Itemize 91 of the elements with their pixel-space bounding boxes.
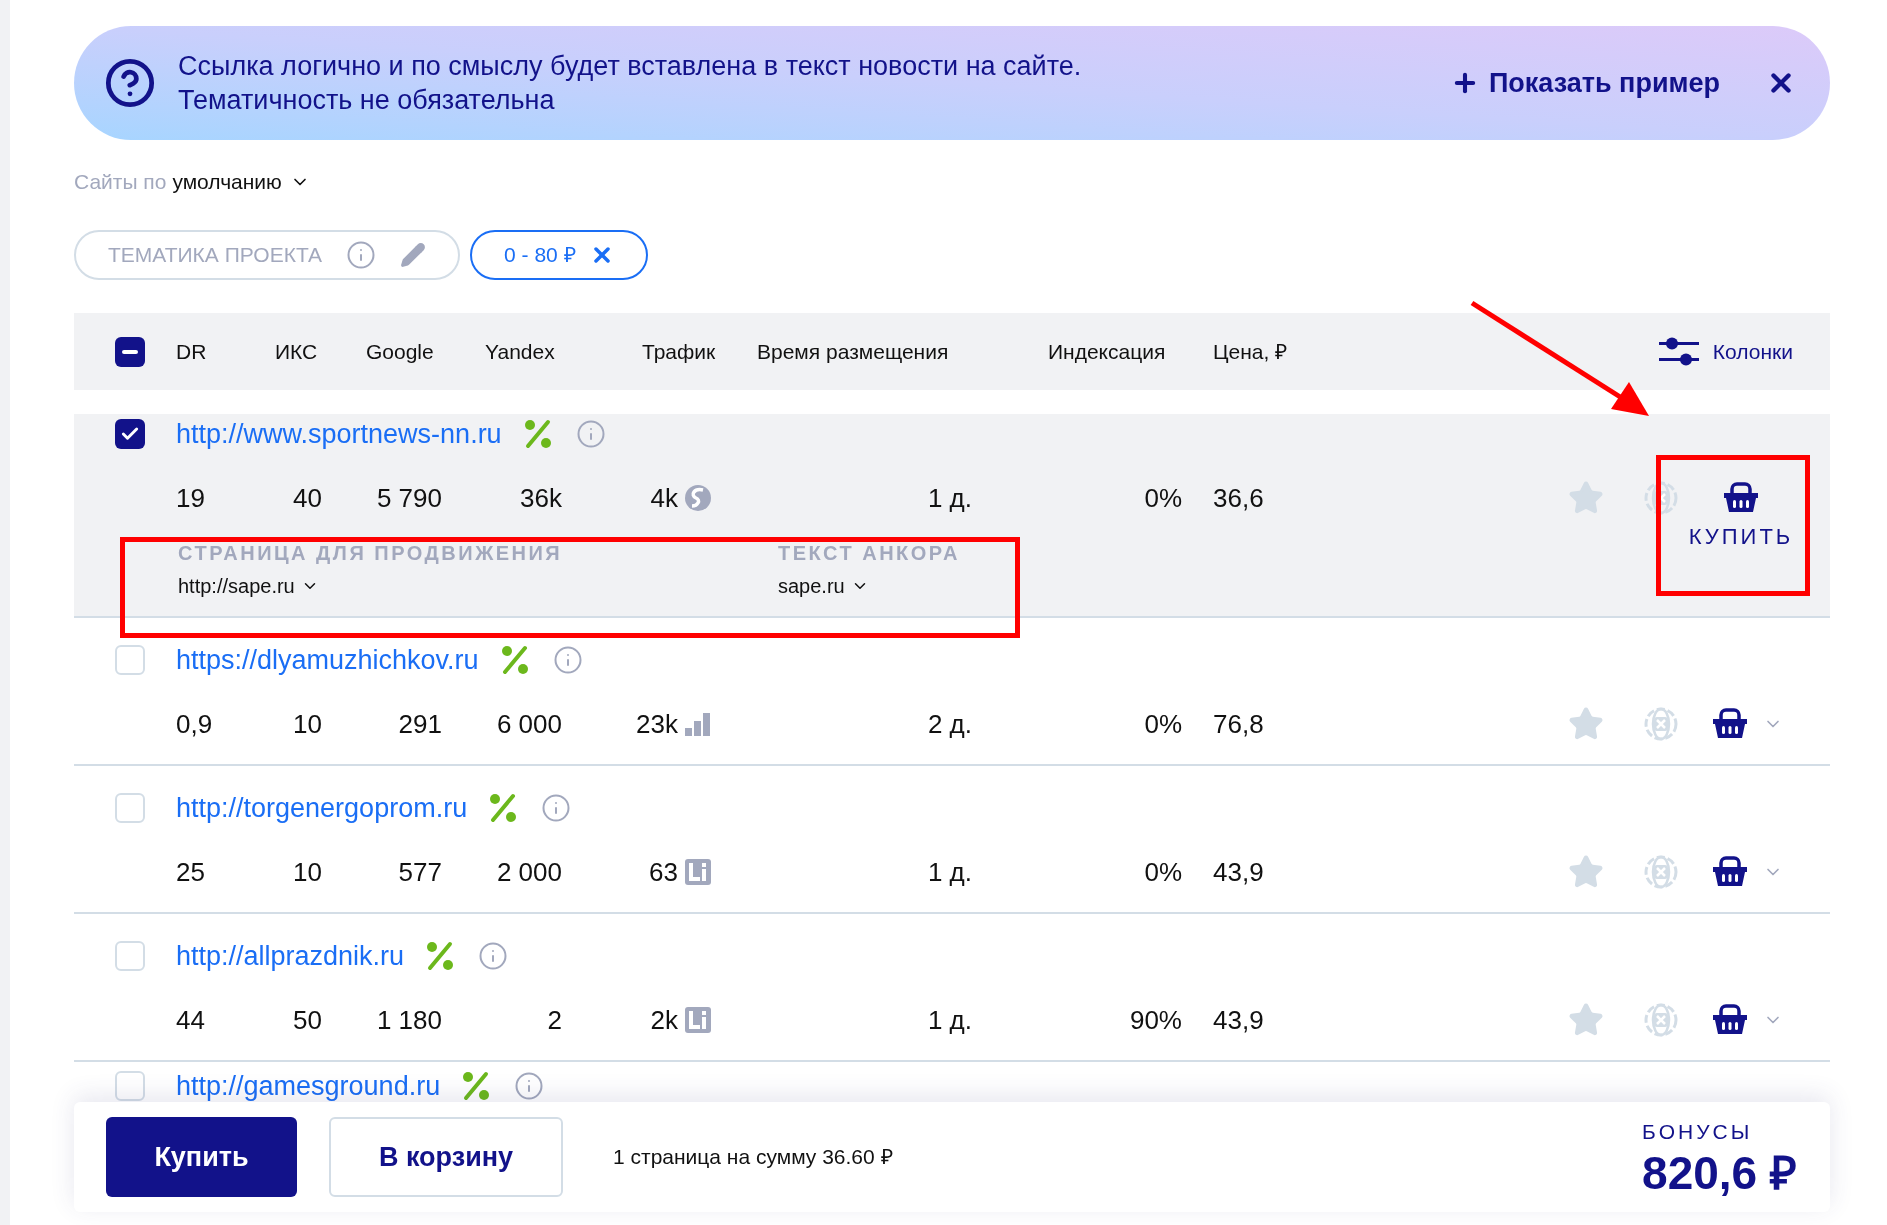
metric-value: 19	[176, 481, 205, 515]
info-icon[interactable]	[541, 793, 572, 823]
metric-value: 0,9	[176, 707, 213, 741]
notice-text: Ссылка логично и по смыслу будет вставлена в текст новости на сайте.	[178, 50, 1083, 83]
buy-button[interactable]: Купить	[106, 1117, 297, 1197]
star-icon[interactable]	[1567, 1002, 1604, 1038]
metric-value: 2 д.	[927, 707, 972, 741]
metric-value: 76,8	[1213, 707, 1264, 741]
basket-icon	[1712, 856, 1748, 888]
info-icon[interactable]	[575, 419, 606, 449]
site-set-dropdown[interactable]: умолчанию	[172, 166, 310, 198]
column-header[interactable]: Google	[366, 339, 434, 363]
add-to-cart-button[interactable]: В корзину	[329, 1117, 563, 1197]
site-link[interactable]: http://gamesground.ru	[176, 1065, 441, 1107]
metric-value: 63	[649, 855, 678, 889]
column-header[interactable]: Индексация	[1048, 339, 1166, 363]
site-link[interactable]: http://www.sportnews-nn.ru	[176, 413, 502, 455]
filter-chip[interactable]: 0 - 80 ₽	[470, 230, 648, 280]
notice-text: Тематичность не обязательна	[178, 84, 556, 117]
basket-icon	[1712, 1004, 1748, 1036]
traffic-counter-icon	[684, 858, 712, 886]
metric-value: 291	[398, 707, 442, 741]
metric-value: 4k	[650, 481, 678, 515]
globe-icon[interactable]	[1642, 480, 1679, 516]
metric-value: 1 д.	[927, 1003, 972, 1037]
info-icon[interactable]	[478, 941, 509, 971]
info-icon[interactable]	[346, 240, 377, 270]
row-checkbox[interactable]	[115, 941, 145, 971]
metric-value: 1 д.	[927, 481, 972, 515]
star-icon[interactable]	[1567, 480, 1604, 516]
column-header[interactable]: ИКС	[275, 339, 318, 363]
page-dropdown[interactable]: http://sape.ru	[178, 573, 319, 599]
info-icon[interactable]	[552, 645, 583, 675]
order-summary: 1 страница на сумму 36.60 ₽	[613, 1144, 893, 1171]
column-header[interactable]: DR	[176, 339, 207, 363]
basket-icon	[1723, 482, 1759, 514]
metric-value: 2k	[650, 1003, 678, 1037]
row-checkbox[interactable]	[115, 793, 145, 823]
columns-button[interactable]: Колонки	[1658, 335, 1830, 368]
metric-value: 5 790	[376, 481, 442, 515]
metric-value: 1 180	[376, 1003, 442, 1037]
metric-value: 577	[398, 855, 442, 889]
buy-button[interactable]: КУПИТЬ	[1685, 478, 1797, 553]
metric-value: 36k	[520, 481, 562, 515]
site-link[interactable]: http://allprazdnik.ru	[176, 935, 405, 977]
metric-value: 1 д.	[927, 855, 972, 889]
metric-value: 2	[547, 1003, 562, 1037]
column-header[interactable]: Время размещения	[757, 339, 949, 363]
site-link[interactable]: http://torgenergoprom.ru	[176, 787, 468, 829]
pencil-icon[interactable]	[400, 242, 427, 268]
metric-value: 0%	[1144, 481, 1182, 515]
info-icon[interactable]	[514, 1071, 545, 1101]
metric-value: 2 000	[496, 855, 562, 889]
select-all-checkbox[interactable]	[115, 336, 145, 367]
metric-value: 50	[293, 1003, 322, 1037]
sliders-icon	[1658, 335, 1699, 368]
site-link[interactable]: https://dlyamuzhichkov.ru	[176, 639, 479, 681]
metric-value: 10	[293, 707, 322, 741]
bonus-amount: 820,6 ₽	[1642, 1147, 1797, 1198]
star-icon[interactable]	[1567, 706, 1604, 742]
metric-value: 23k	[636, 707, 678, 741]
metric-value: 43,9	[1213, 855, 1264, 889]
metric-value: 36,6	[1213, 481, 1264, 515]
bar-chart-icon	[684, 711, 712, 737]
basket-icon	[1712, 708, 1748, 740]
metric-value: 10	[293, 855, 322, 889]
minus-icon	[122, 349, 138, 354]
site-set-label: Сайты по	[74, 169, 167, 196]
metric-value: 6 000	[496, 707, 562, 741]
metric-value: 90%	[1129, 1003, 1182, 1037]
show-example-button[interactable]: Показать пример	[1450, 62, 1720, 104]
column-header[interactable]: Цена, ₽	[1213, 339, 1288, 363]
row-checkbox[interactable]	[115, 419, 145, 449]
traffic-source-icon	[684, 484, 712, 512]
metric-value: 44	[176, 1003, 205, 1037]
row-checkbox[interactable]	[115, 1071, 145, 1101]
bonus-label: БОНУСЫ	[1642, 1119, 1753, 1146]
metric-value: 0%	[1144, 707, 1182, 741]
star-icon[interactable]	[1567, 854, 1604, 890]
metric-value: 40	[293, 481, 322, 515]
metric-value: 25	[176, 855, 205, 889]
traffic-counter-icon	[684, 1006, 712, 1034]
field-label: ТЕКСТ АНКОРА	[778, 541, 960, 566]
help-icon	[104, 57, 156, 109]
anchor-dropdown[interactable]: sape.ru	[778, 573, 869, 599]
metric-value: 0%	[1144, 855, 1182, 889]
column-header[interactable]: Трафик	[642, 339, 716, 363]
column-header[interactable]: Yandex	[485, 339, 555, 363]
metric-value: 43,9	[1213, 1003, 1264, 1037]
field-label: СТРАНИЦА ДЛЯ ПРОДВИЖЕНИЯ	[178, 541, 564, 566]
row-checkbox[interactable]	[115, 645, 145, 675]
